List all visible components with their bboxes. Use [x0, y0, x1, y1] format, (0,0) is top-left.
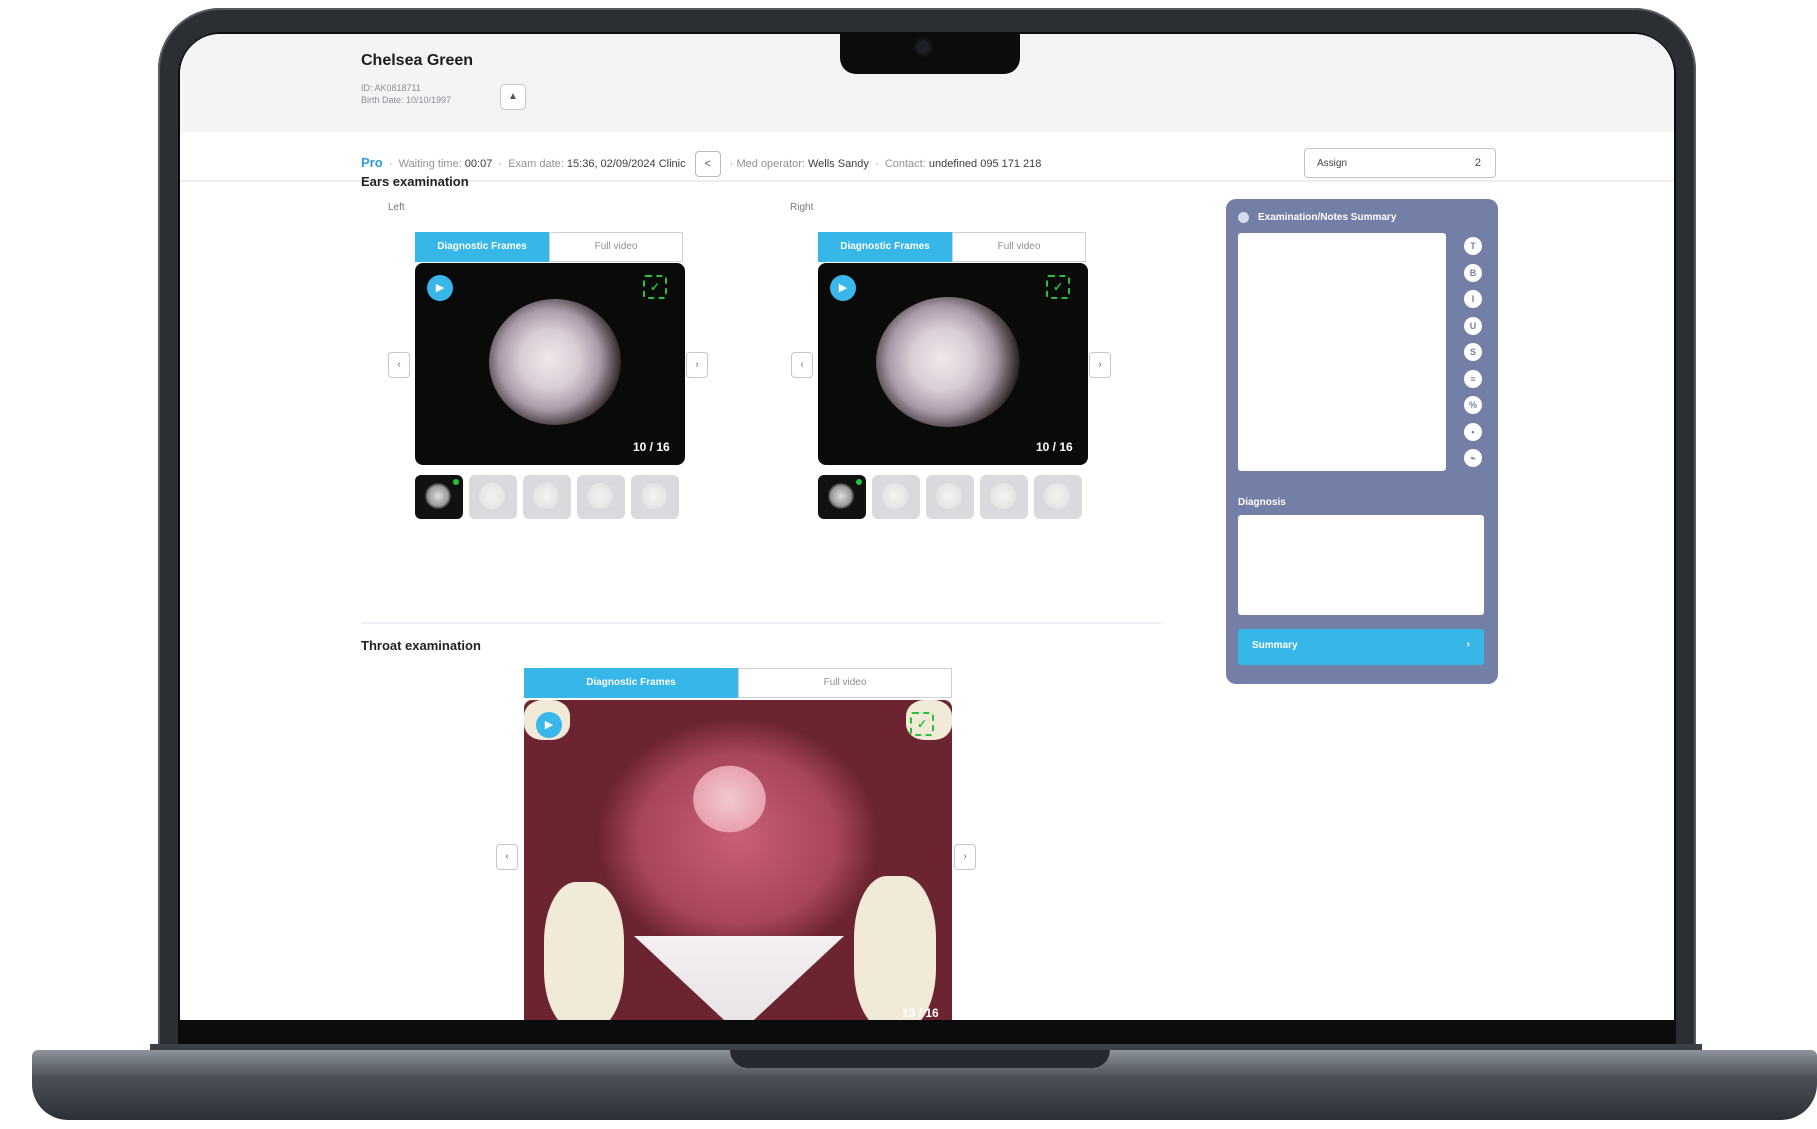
chevron-up-icon: ▲ — [508, 91, 518, 102]
tooth-shape — [544, 882, 624, 1020]
waiting-value: 00:07 — [464, 157, 493, 170]
percent-icon[interactable]: % — [1464, 396, 1482, 414]
app-screen: Chelsea Green ID: AK0818711 Birth Date: … — [180, 34, 1674, 1020]
panel-title: Examination/Notes Summary — [1258, 212, 1397, 223]
toolbar-icon[interactable]: T — [1464, 237, 1482, 255]
strikethrough-icon[interactable]: S — [1464, 343, 1482, 361]
camera-icon — [916, 40, 930, 54]
frame-counter: 13 / 16 — [902, 1006, 939, 1020]
right-ear-next-button[interactable]: › — [1089, 352, 1111, 378]
laptop-frame: Chelsea Green ID: AK0818711 Birth Date: … — [0, 0, 1817, 1129]
patient-birth-date: Birth Date: 10/10/1997 — [361, 95, 452, 105]
thumbnail[interactable] — [872, 475, 920, 519]
thumbnail[interactable] — [523, 475, 571, 519]
tab-full-video[interactable]: Full video — [738, 668, 952, 698]
diagnosis-textarea[interactable] — [1238, 515, 1484, 615]
chevron-left-icon: ‹ — [505, 851, 509, 862]
left-ear-label: Left — [388, 202, 405, 213]
throat-next-button[interactable]: › — [954, 844, 976, 870]
left-ear-next-button[interactable]: › — [686, 352, 708, 378]
thumbnail[interactable] — [980, 475, 1028, 519]
thumbnail[interactable] — [577, 475, 625, 519]
right-ear-viewer[interactable]: ▶ ✓ 10 / 16 — [818, 263, 1088, 465]
left-ear-thumbnails — [415, 475, 679, 519]
tab-diagnostic-frames[interactable]: Diagnostic Frames — [524, 668, 738, 698]
chevron-right-icon: › — [695, 359, 699, 370]
assign-count: 2 — [1474, 157, 1481, 169]
summary-button-label: Summary — [1252, 640, 1298, 651]
collapse-header-button[interactable]: ▲ — [500, 84, 526, 110]
contact-label: Contact: — [884, 157, 926, 170]
info-icon — [1238, 212, 1249, 223]
frame-counter: 10 / 16 — [1036, 440, 1073, 454]
list-icon[interactable]: ≡ — [1464, 369, 1482, 388]
chevron-left-icon: ‹ — [800, 359, 804, 370]
frame-selected-check-icon[interactable]: ✓ — [1046, 275, 1070, 299]
assign-select[interactable]: Assign 2 — [1304, 148, 1496, 178]
summary-button[interactable]: Summary › — [1238, 629, 1484, 665]
left-ear-prev-button[interactable]: ‹ — [388, 352, 410, 378]
contact-value: undefined 095 171 218 — [928, 157, 1042, 170]
patient-id: ID: AK0818711 — [361, 83, 421, 93]
patient-name: Chelsea Green — [361, 52, 474, 69]
bold-icon[interactable]: B — [1464, 263, 1482, 282]
thumbnail[interactable] — [415, 475, 463, 519]
thumbnail[interactable] — [818, 475, 866, 519]
left-ear-tabs: Diagnostic Frames Full video — [415, 232, 683, 262]
clinic-label: Clinic — [658, 157, 686, 170]
formatting-toolbar: T B I U S ≡ % • ⌁ — [1464, 237, 1482, 476]
left-ear-viewer[interactable]: ▶ ✓ 10 / 16 — [415, 263, 685, 465]
assign-label: Assign — [1317, 158, 1348, 169]
plan-badge: Pro — [361, 154, 383, 170]
link-icon[interactable]: ⌁ — [1464, 449, 1482, 467]
play-icon[interactable]: ▶ — [536, 712, 562, 738]
ears-section-title: Ears examination — [361, 174, 469, 189]
notes-panel: Examination/Notes Summary T B I U S ≡ % … — [1226, 199, 1498, 684]
tab-diagnostic-frames[interactable]: Diagnostic Frames — [415, 232, 549, 262]
thumbnail[interactable] — [469, 475, 517, 519]
clinic-back-button[interactable]: < — [694, 151, 721, 177]
tab-full-video[interactable]: Full video — [952, 232, 1086, 262]
frame-selected-check-icon[interactable]: ✓ — [910, 712, 934, 736]
exam-date-label: Exam date: — [508, 157, 564, 170]
left-ear-image — [489, 299, 621, 425]
operator-value: Wells Sandy — [807, 157, 869, 170]
patient-meta: ID: AK0818711 Birth Date: 10/10/1997 — [361, 82, 451, 106]
tooth-shape — [854, 876, 936, 1020]
diagnosis-label: Diagnosis — [1238, 497, 1286, 508]
section-divider — [361, 622, 1161, 624]
tongue-shape — [634, 936, 844, 1020]
underline-icon[interactable]: U — [1464, 316, 1482, 335]
throat-prev-button[interactable]: ‹ — [496, 844, 518, 870]
right-ear-thumbnails — [818, 475, 1082, 519]
right-ear-label: Right — [790, 202, 814, 213]
chevron-right-icon: › — [1466, 639, 1470, 650]
exam-date-value: 15:36, 02/09/2024 — [566, 157, 656, 170]
operator-label: Med operator: — [736, 157, 805, 170]
camera-notch — [840, 32, 1020, 74]
chevron-left-icon: ‹ — [397, 359, 401, 370]
play-icon[interactable]: ▶ — [427, 275, 453, 301]
right-ear-image — [876, 297, 1020, 427]
laptop-groove — [730, 1050, 1110, 1068]
thumbnail[interactable] — [926, 475, 974, 519]
bullet-icon[interactable]: • — [1464, 422, 1482, 441]
tab-full-video[interactable]: Full video — [549, 232, 683, 262]
throat-tabs: Diagnostic Frames Full video — [524, 668, 952, 698]
frame-selected-check-icon[interactable]: ✓ — [643, 275, 667, 299]
frame-counter: 10 / 16 — [633, 440, 670, 454]
tab-diagnostic-frames[interactable]: Diagnostic Frames — [818, 232, 952, 262]
chevron-right-icon: › — [963, 851, 967, 862]
chevron-right-icon: › — [1098, 359, 1102, 370]
play-icon[interactable]: ▶ — [830, 275, 856, 301]
thumbnail[interactable] — [631, 475, 679, 519]
notes-textarea[interactable] — [1238, 233, 1446, 471]
throat-section-title: Throat examination — [361, 638, 481, 653]
thumbnail[interactable] — [1034, 475, 1082, 519]
right-ear-prev-button[interactable]: ‹ — [791, 352, 813, 378]
italic-icon[interactable]: I — [1464, 290, 1482, 308]
throat-viewer[interactable]: ▶ ✓ 13 / 16 — [524, 700, 952, 1020]
right-ear-tabs: Diagnostic Frames Full video — [818, 232, 1086, 262]
waiting-label: Waiting time: — [398, 157, 462, 170]
